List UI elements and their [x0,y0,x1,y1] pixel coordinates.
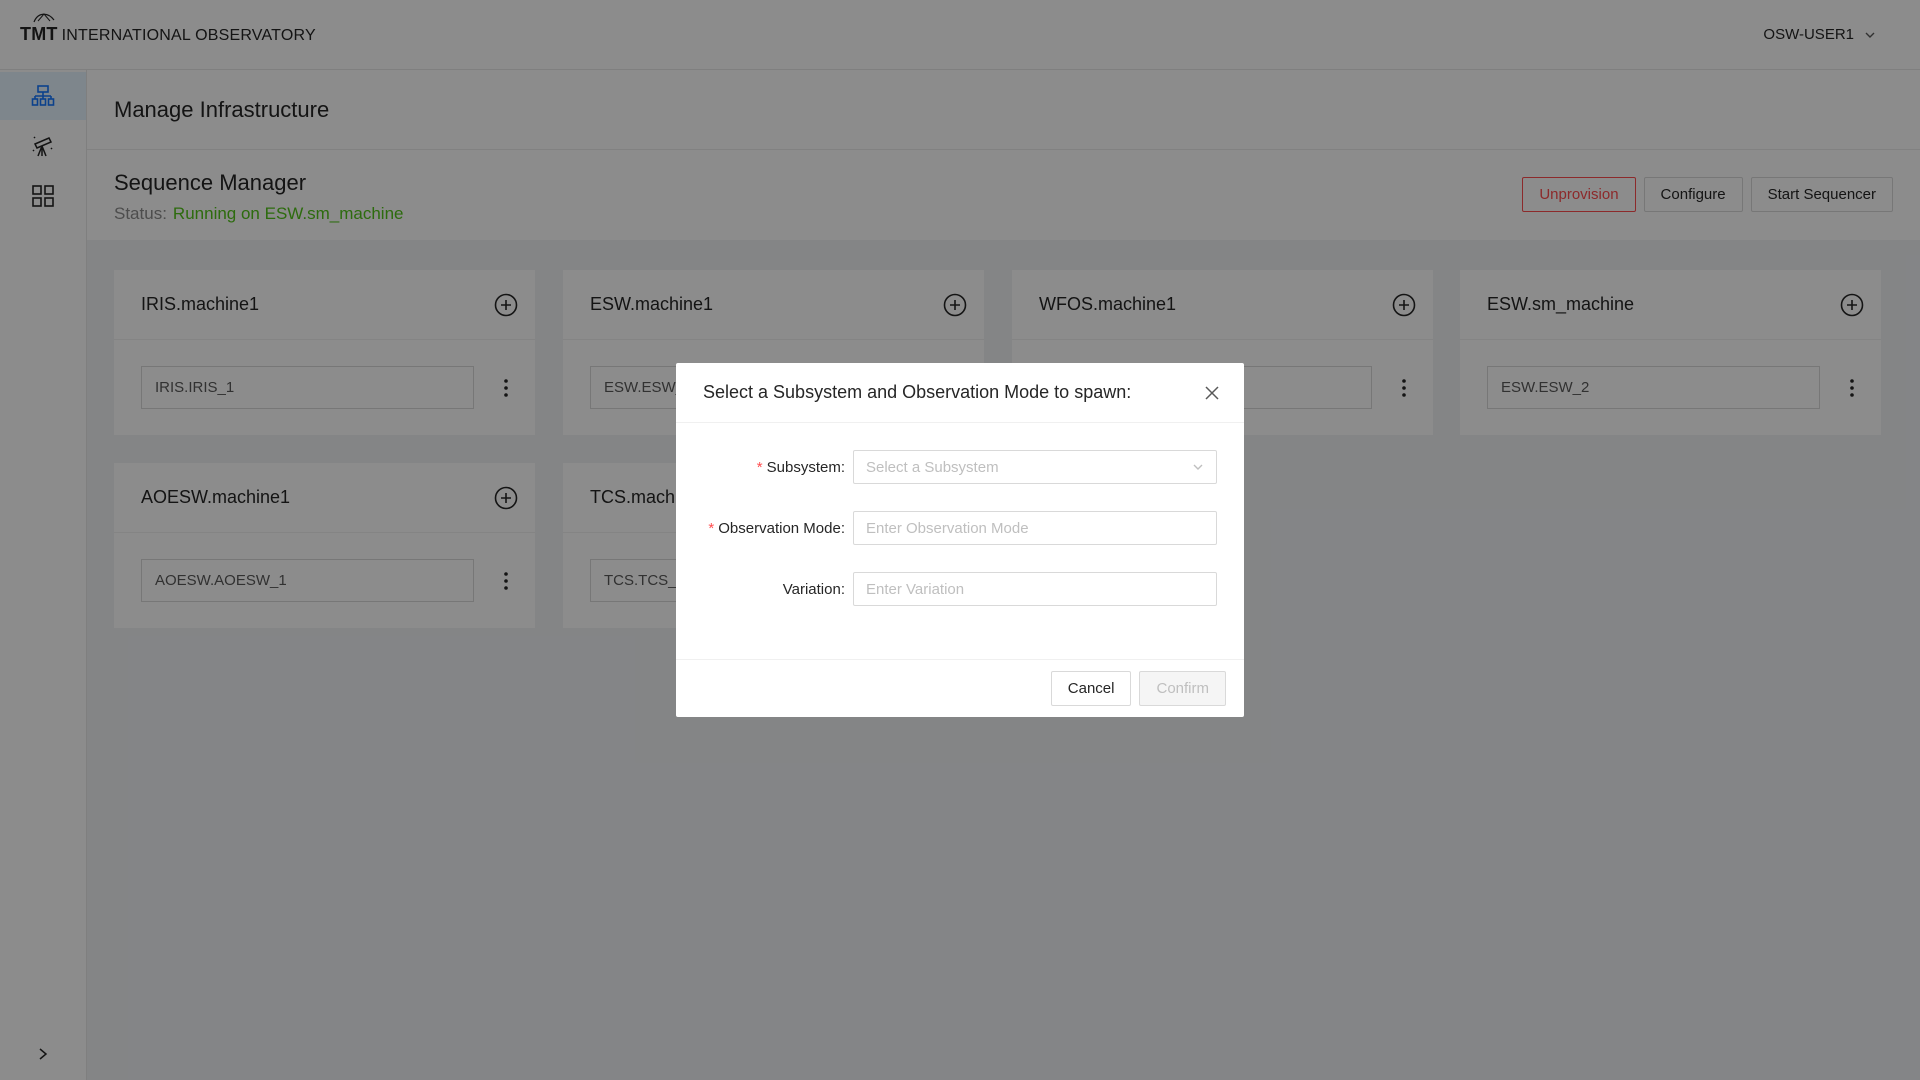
subsystem-row: * Subsystem: Select a Subsystem [676,449,1244,485]
modal-footer: Cancel Confirm [676,659,1244,717]
observation-mode-row: * Observation Mode: Enter Observation Mod… [676,510,1244,546]
modal-header: Select a Subsystem and Observation Mode … [676,363,1244,423]
spawn-modal: Select a Subsystem and Observation Mode … [676,363,1244,717]
variation-label: Variation: [782,580,845,598]
modal-body: * Subsystem: Select a Subsystem * Observat… [676,423,1244,659]
variation-row: Variation: Enter Variation [676,571,1244,607]
variation-placeholder: Enter Variation [866,580,965,598]
observation-mode-label: * Observation Mode: [708,519,845,537]
cancel-button[interactable]: Cancel [1050,671,1132,706]
variation-input[interactable]: Enter Variation [853,572,1217,606]
confirm-button[interactable]: Confirm [1139,671,1226,706]
subsystem-placeholder: Select a Subsystem [866,458,999,476]
chevron-down-icon [1193,464,1203,470]
close-icon[interactable] [1204,385,1220,401]
modal-title: Select a Subsystem and Observation Mode … [703,382,1132,402]
observation-mode-placeholder: Enter Observation Mode [866,519,1029,537]
subsystem-select[interactable]: Select a Subsystem [853,450,1217,484]
observation-mode-input[interactable]: Enter Observation Mode [853,511,1217,545]
subsystem-label: * Subsystem: [756,458,845,476]
